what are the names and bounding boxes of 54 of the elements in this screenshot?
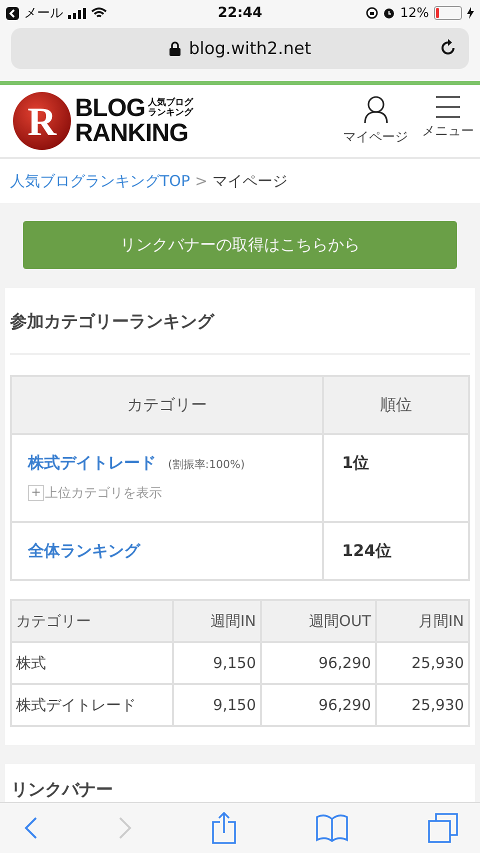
breadcrumb-link[interactable]: 人気ブログランキングTOP [10,172,190,190]
table-cell: 96,290 [261,684,376,726]
table-cell: 96,290 [261,642,376,684]
table-cell: 25,930 [376,642,469,684]
reload-icon[interactable] [439,39,457,57]
rank-value: 124位 [342,540,392,560]
breadcrumb-separator: > [195,172,208,190]
book-icon[interactable] [316,814,348,842]
table-cell: 25,930 [376,684,469,726]
tabs-icon[interactable] [428,813,458,843]
menu-icon [436,96,460,118]
alarm-icon [383,7,396,19]
expand-label[interactable]: 上位カテゴリを表示 [45,484,162,502]
menu-button[interactable]: メニュー [422,96,474,146]
table-cell: 9,150 [173,642,261,684]
table-cell: 株式 [11,642,173,684]
logo-subtitle: 人気ブログ [148,99,194,108]
charging-icon [467,7,474,19]
column-header: カテゴリー [11,376,323,434]
battery-percent: 12% [400,6,429,20]
mypage-button[interactable]: マイページ [343,96,408,146]
back-app-icon[interactable] [6,6,19,20]
user-icon [364,96,388,124]
banner-button[interactable]: リンクバナーの取得はこちらから [23,221,457,269]
column-header: 週間OUT [261,600,376,642]
address-bar[interactable]: blog.with2.net [11,28,469,69]
table-cell: 株式デイトレード [11,684,173,726]
signal-icon [68,8,86,18]
url-text: blog.with2.net [188,38,312,58]
section-title: リンクバナー [11,779,113,801]
category-link[interactable]: 株式デイトレード [28,453,156,474]
logo-subtitle: ランキング [148,108,194,118]
table-cell: 9,150 [173,684,261,726]
back-icon[interactable] [24,816,38,840]
status-time: 22:44 [218,5,262,21]
back-app-label[interactable]: メール [24,4,63,22]
logo-word: BLOG [75,96,146,121]
wifi-icon [91,7,107,19]
category-link[interactable]: 全体ランキング [28,540,140,562]
logo-mark[interactable]: R [12,91,72,151]
column-header: 月間IN [376,600,469,642]
battery-icon [434,6,462,20]
breadcrumb-current: マイページ [212,172,288,190]
lock-icon [168,41,181,56]
column-header: 週間IN [173,600,261,642]
expand-toggle[interactable]: + [28,485,44,501]
allocation-note: (割振率:100%) [168,457,245,472]
section-title: 参加カテゴリーランキング [10,311,216,334]
column-header: 順位 [323,376,469,434]
logo-word: RANKING [75,121,190,146]
rank-value: 1位 [342,453,370,472]
rotation-lock-icon [366,7,378,19]
column-header: カテゴリー [11,600,173,642]
share-icon[interactable] [212,812,236,844]
